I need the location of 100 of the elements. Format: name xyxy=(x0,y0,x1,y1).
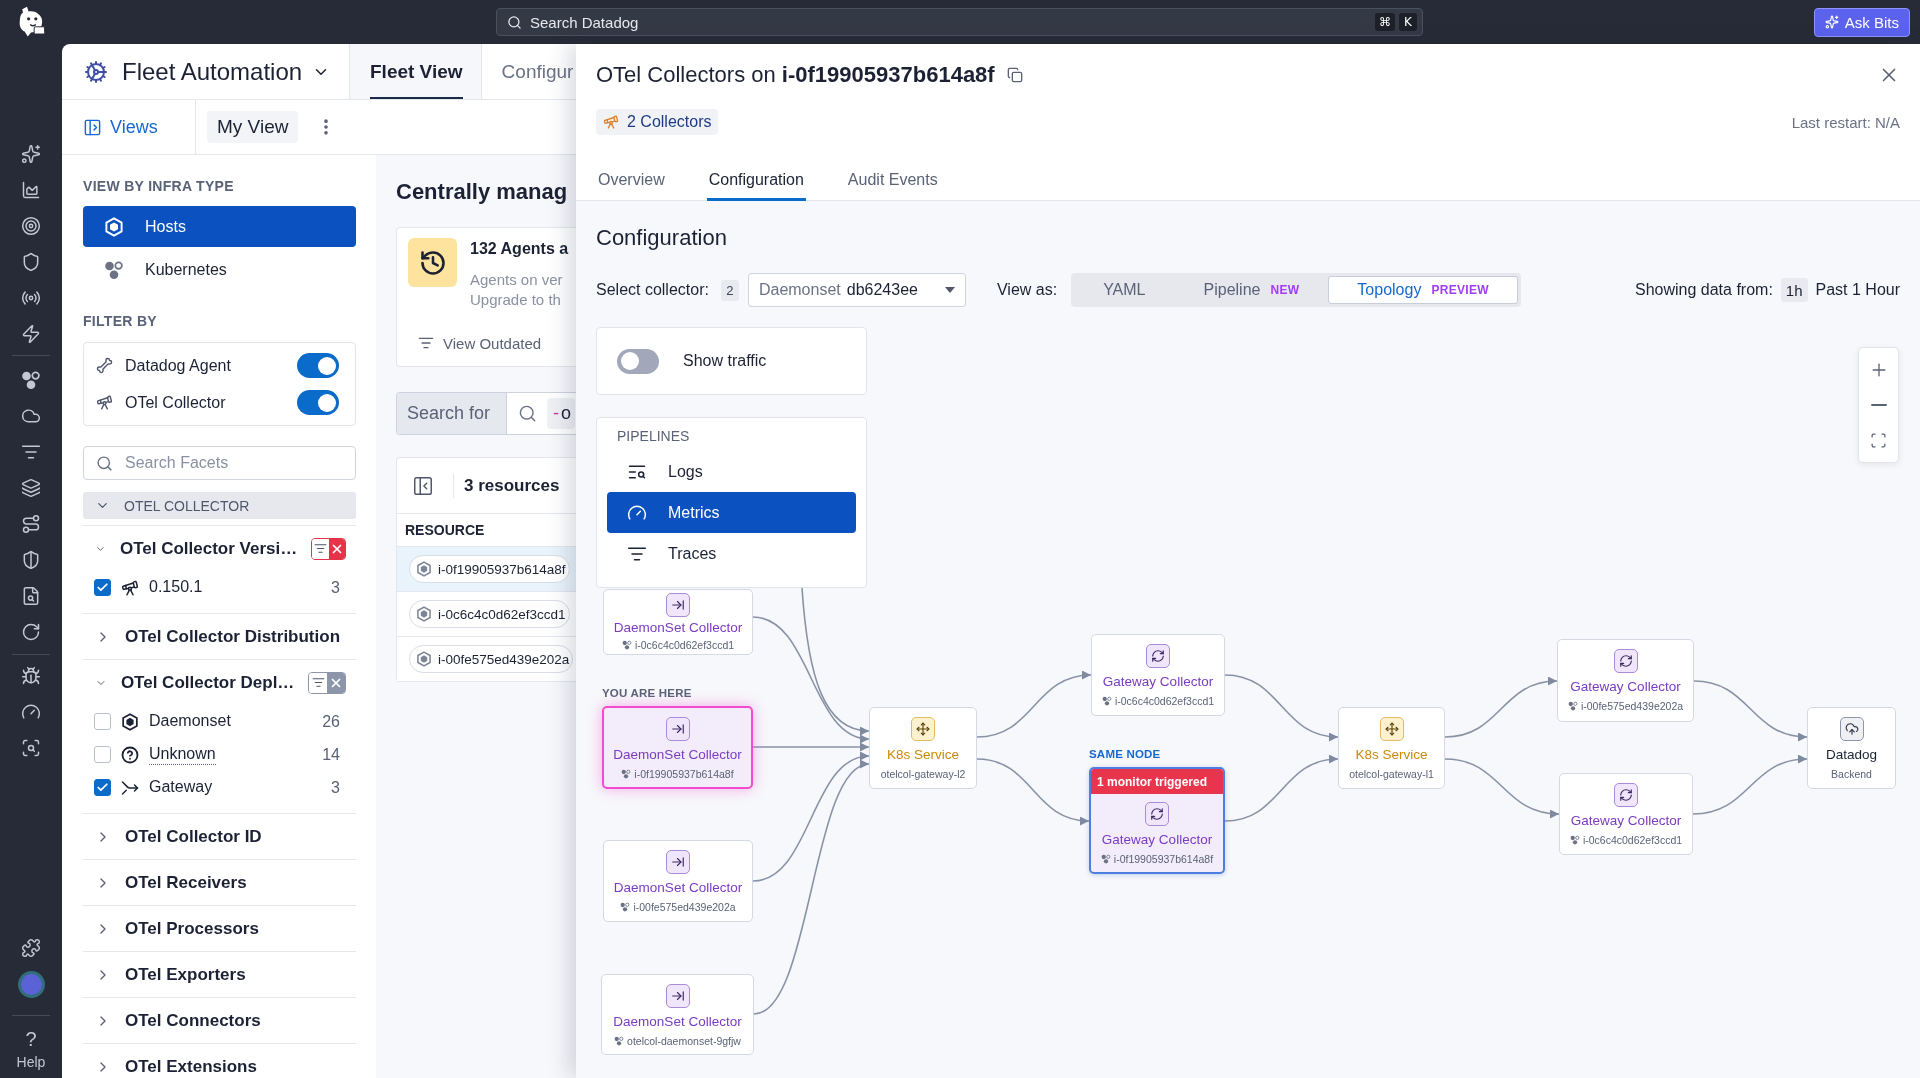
checkbox[interactable] xyxy=(94,713,111,730)
facet-value: Unknown xyxy=(149,744,216,765)
service-node[interactable]: K8s Service otelcol-gateway-l1 xyxy=(1338,707,1445,789)
bone-icon xyxy=(96,357,113,374)
gateway-node[interactable]: 1 monitor triggered Gateway Collector i-0f19905937b614a8f xyxy=(1089,767,1225,874)
filter-button[interactable] xyxy=(312,538,329,559)
toggle-switch[interactable] xyxy=(617,348,659,374)
target-icon[interactable] xyxy=(21,216,41,236)
help-button[interactable]: ? Help xyxy=(0,1020,62,1078)
shield-icon[interactable] xyxy=(21,252,41,272)
bug-icon[interactable] xyxy=(21,666,41,686)
tab[interactable]: Overview xyxy=(596,161,667,201)
pipeline-item[interactable]: Traces xyxy=(607,533,856,574)
pipeline-item[interactable]: Logs xyxy=(607,451,856,492)
facet-count: 26 xyxy=(322,712,340,731)
node-title: Gateway Collector xyxy=(1570,679,1681,695)
resource-chip[interactable]: i-00fe575ed439e202a xyxy=(409,645,574,673)
node-subtitle: otelcol-daemonset-9gfjw xyxy=(627,1034,741,1048)
group-header[interactable]: OTEL COLLECTOR xyxy=(83,492,356,519)
puzzle-icon[interactable] xyxy=(21,938,41,958)
service-node[interactable]: K8s Service otelcol-gateway-l2 xyxy=(869,707,977,789)
backend-node[interactable]: Datadog Backend xyxy=(1807,707,1896,789)
view-option[interactable]: YAML xyxy=(1074,276,1175,304)
rotate-arrow-icon[interactable] xyxy=(21,622,41,642)
notice-text: Agents on ver xyxy=(470,270,564,290)
daemonset-node[interactable]: DaemonSet Collector otelcol-daemonset-9gfjw xyxy=(601,974,754,1055)
collectors-chip[interactable]: 2 Collectors xyxy=(596,109,719,135)
collector-dropdown[interactable]: Daemonset db6243ee xyxy=(747,273,966,307)
tab[interactable]: Fleet View xyxy=(350,44,482,99)
time-shortcut[interactable]: 1h xyxy=(1780,278,1808,302)
cluster-dots-icon xyxy=(1100,854,1111,864)
cluster-dots-icon xyxy=(621,769,632,779)
resource-row[interactable]: i-00fe575ed439e202a xyxy=(397,636,576,681)
page-heading: Centrally manag xyxy=(396,178,569,206)
lightning-icon[interactable] xyxy=(21,324,41,344)
infra-type-item[interactable]: Kubernetes xyxy=(83,249,356,290)
resource-row[interactable]: i-0f19905937b614a8f xyxy=(397,546,576,591)
app-title: Fleet Automation xyxy=(122,57,303,86)
pipeline-item[interactable]: Metrics xyxy=(607,492,856,533)
area-chart-icon[interactable] xyxy=(21,180,41,200)
shortcut-key: ⌘ xyxy=(1375,13,1395,31)
toggle-switch[interactable] xyxy=(297,390,339,415)
gateway-node[interactable]: Gateway Collector i-00fe575ed439e202a xyxy=(1557,639,1694,722)
node-tag: YOU ARE HERE xyxy=(602,686,692,700)
search-input[interactable]: Search Facets xyxy=(125,454,355,472)
tab[interactable]: Audit Events xyxy=(845,161,940,201)
gateway-node[interactable]: Gateway Collector i-0c6c4c0d62ef3ccd1 xyxy=(1091,634,1225,716)
toggle-switch[interactable] xyxy=(297,353,339,378)
facet-count: 3 xyxy=(331,578,340,597)
gauge-icon[interactable] xyxy=(21,702,41,722)
view-outdated-button[interactable]: View Outdated xyxy=(418,331,542,355)
view-option[interactable]: Pipeline NEW xyxy=(1174,276,1329,304)
search-field[interactable]: Search Facets xyxy=(83,446,356,480)
query-chip[interactable]: -o xyxy=(547,398,575,429)
notice-text: Upgrade to th xyxy=(470,290,562,310)
resource-chip[interactable]: i-0f19905937b614a8f xyxy=(409,555,570,583)
daemonset-node[interactable]: DaemonSet Collector i-0f19905937b614a8f xyxy=(602,706,753,789)
search-field[interactable]: Search Datadog ⌘ K xyxy=(496,8,1423,36)
route-icon[interactable] xyxy=(21,514,41,534)
caret-icon xyxy=(944,287,955,293)
file-search-icon[interactable] xyxy=(21,586,41,606)
cluster-dots-icon[interactable] xyxy=(21,370,41,390)
filter-button[interactable] xyxy=(309,672,328,693)
checkbox[interactable] xyxy=(94,746,111,763)
resource-chip[interactable]: i-0c6c4c0d62ef3ccd1 xyxy=(409,600,570,628)
query-bar[interactable]: Search for -o xyxy=(396,392,576,435)
filter-lines-icon[interactable] xyxy=(21,442,41,462)
facet-title: OTel Receivers xyxy=(125,872,247,893)
views-button[interactable]: Views xyxy=(83,116,158,138)
view-option[interactable]: Topology PREVIEW xyxy=(1328,276,1518,304)
node-subtitle: i-0c6c4c0d62ef3ccd1 xyxy=(1114,694,1215,708)
hexagon-icon xyxy=(416,651,432,667)
signal-waves-icon[interactable] xyxy=(21,288,41,308)
node-subtitle: otelcol-gateway-l1 xyxy=(1349,767,1434,781)
collapse-panel-icon[interactable] xyxy=(412,474,434,497)
view-selector[interactable]: My View xyxy=(207,111,299,143)
infra-type-item[interactable]: Hosts xyxy=(83,206,356,247)
node-title: DaemonSet Collector xyxy=(613,620,743,636)
clear-button[interactable] xyxy=(327,672,345,693)
node-title: Gateway Collector xyxy=(1570,813,1682,829)
facet-title: OTel Extensions xyxy=(125,1056,257,1077)
copy-icon[interactable] xyxy=(1006,67,1023,83)
scan-search-icon[interactable] xyxy=(21,738,41,758)
search-input[interactable]: Search Datadog xyxy=(530,9,1367,35)
user-avatar[interactable] xyxy=(17,970,45,998)
sparkle-icon[interactable] xyxy=(21,144,41,164)
checkbox[interactable] xyxy=(94,779,111,796)
daemonset-node[interactable]: DaemonSet Collector i-00fe575ed439e202a xyxy=(603,840,753,922)
layers-icon[interactable] xyxy=(21,478,41,498)
refresh-icon xyxy=(1146,644,1170,668)
half-shield-icon[interactable] xyxy=(21,550,41,570)
checkbox[interactable] xyxy=(94,579,111,596)
daemonset-node[interactable]: DaemonSet Collector i-0c6c4c0d62ef3ccd1 xyxy=(603,589,753,655)
cluster-dots-icon xyxy=(614,1036,625,1046)
ask-button[interactable]: Ask Bits xyxy=(1813,7,1910,37)
hexagon-icon xyxy=(121,712,139,731)
sparkle-icon xyxy=(1824,15,1839,29)
gateway-node[interactable]: Gateway Collector i-0c6c4c0d62ef3ccd1 xyxy=(1559,773,1693,855)
cloud-icon[interactable] xyxy=(21,406,41,426)
field-label: Select collector: xyxy=(596,281,709,299)
